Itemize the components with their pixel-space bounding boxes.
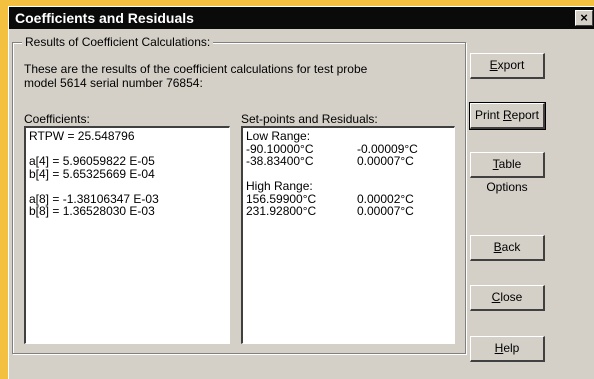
back-button[interactable]: Back xyxy=(470,235,545,261)
setpoint-value: -38.83400°C xyxy=(246,154,314,168)
coefficient-a4: a[4] = 5.96059822 E-05 xyxy=(29,154,155,168)
residuals-list[interactable]: Low Range: -90.10000°C -0.00009°C -38.83… xyxy=(241,126,455,344)
back-accel: B xyxy=(493,240,502,254)
print-label: eport xyxy=(511,108,540,122)
print-report-button[interactable]: Print Report xyxy=(469,102,546,130)
back-label: ack xyxy=(501,240,521,254)
residual-row: -38.83400°C 0.00007°C xyxy=(246,155,451,168)
rtpw-value: RTPW = 25.548796 xyxy=(29,129,135,143)
coefficient-b4: b[4] = 5.65325669 E-04 xyxy=(29,166,155,181)
residual-value: 0.00007°C xyxy=(357,154,414,168)
coefficient-b8: b[8] = 1.36528030 E-03 xyxy=(29,204,155,218)
residual-value: 0.00007°C xyxy=(357,204,414,218)
close-label: lose xyxy=(500,290,523,304)
export-button[interactable]: Export xyxy=(470,53,545,79)
export-accel: E xyxy=(489,58,498,72)
high-range-label: High Range: xyxy=(246,179,313,193)
intro-line-1: These are the results of the coefficient… xyxy=(24,62,368,76)
title-bar[interactable]: Coefficients and Residuals × xyxy=(9,7,594,29)
low-range-label: Low Range: xyxy=(246,129,311,143)
print-label-pre: Print xyxy=(474,108,503,122)
groupbox-legend: Results of Coefficient Calculations: xyxy=(22,35,214,49)
help-button[interactable]: Help xyxy=(470,336,545,362)
coefficients-list[interactable]: RTPW = 25.548796 a[4] = 5.96059822 E-05 … xyxy=(24,126,230,344)
residuals-label: Set-points and Residuals: xyxy=(241,112,378,126)
print-accel: R xyxy=(502,108,512,122)
setpoint-value: 231.92800°C xyxy=(246,204,317,218)
export-label: xport xyxy=(497,58,525,72)
coefficients-label: Coefficients: xyxy=(24,112,90,126)
close-window-button[interactable]: × xyxy=(575,10,593,26)
residual-row: 231.92800°C 0.00007°C xyxy=(246,205,451,218)
help-label: elp xyxy=(503,341,520,355)
close-button[interactable]: Close xyxy=(470,285,545,311)
table-options-button[interactable]: Table Options xyxy=(470,152,545,194)
intro-text: These are the results of the coefficient… xyxy=(24,62,454,90)
window-title: Coefficients and Residuals xyxy=(15,10,194,26)
intro-line-2: model 5614 serial number 76854: xyxy=(24,76,203,90)
